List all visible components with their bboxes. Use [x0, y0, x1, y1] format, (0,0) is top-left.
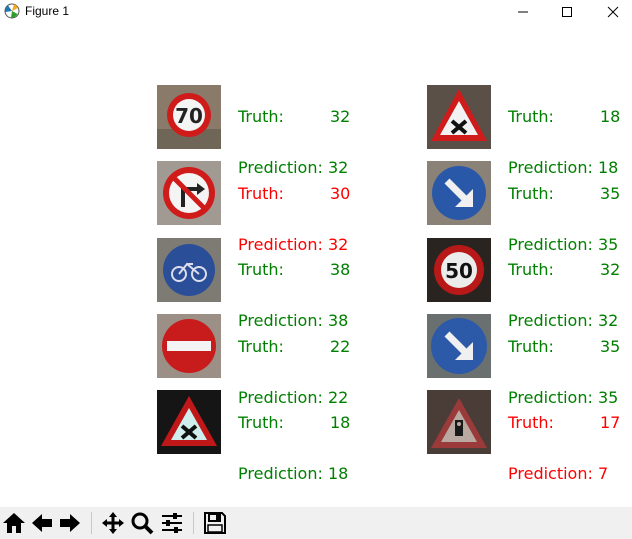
- truth-line: Truth: 30: [238, 184, 351, 203]
- title-bar: Figure 1: [0, 0, 632, 24]
- toolbar-separator: [91, 512, 92, 534]
- speed-limit-50-sign: 50: [427, 238, 491, 302]
- save-button[interactable]: [202, 510, 228, 536]
- close-button[interactable]: [590, 0, 632, 24]
- caption-10: Truth: 17 Prediction: 7: [508, 380, 621, 516]
- truth-line: Truth: 22: [238, 337, 351, 356]
- close-icon: [607, 6, 619, 18]
- keep-right-sign: [427, 161, 491, 225]
- caption-9: Truth: 18 Prediction: 18: [238, 380, 351, 516]
- traffic-signals-warning-sign: [427, 390, 491, 454]
- figure-window: Figure 1 70 Truth: 32 Prediction: 32 Tru…: [0, 0, 632, 539]
- cycle-path-sign: [157, 238, 221, 302]
- truth-line: Truth: 18: [238, 413, 351, 432]
- forward-icon: [60, 514, 80, 532]
- truth-line: Truth: 38: [238, 260, 351, 279]
- keep-right-sign: [427, 314, 491, 378]
- truth-line: Truth: 32: [508, 260, 621, 279]
- no-right-turn-sign: [157, 161, 221, 225]
- speed-limit-70-sign: 70: [157, 85, 221, 149]
- window-title: Figure 1: [25, 4, 70, 18]
- truth-line: Truth: 35: [508, 184, 621, 203]
- save-icon: [204, 512, 226, 534]
- crossroads-warning-sign: [427, 85, 491, 149]
- prediction-line: Prediction: 7: [508, 464, 609, 483]
- pan-button[interactable]: [100, 510, 126, 536]
- home-button[interactable]: [1, 510, 27, 536]
- forward-button[interactable]: [57, 510, 83, 536]
- truth-line: Truth: 18: [508, 107, 621, 126]
- zoom-button[interactable]: [129, 510, 155, 536]
- no-entry-sign: [157, 314, 221, 378]
- toolbar-separator: [193, 512, 194, 534]
- maximize-button[interactable]: [544, 0, 590, 24]
- configure-subplots-button[interactable]: [159, 510, 185, 536]
- figure-canvas[interactable]: 70 Truth: 32 Prediction: 32 Truth: 18 Pred…: [0, 24, 632, 507]
- maximize-icon: [562, 7, 572, 17]
- configure-subplots-icon: [162, 513, 182, 533]
- back-button[interactable]: [29, 510, 55, 536]
- truth-line: Truth: 35: [508, 337, 621, 356]
- minimize-button[interactable]: [500, 0, 546, 24]
- truth-line: Truth: 32: [238, 107, 351, 126]
- back-icon: [32, 514, 52, 532]
- minimize-icon: [518, 11, 528, 13]
- pan-icon: [102, 512, 124, 534]
- home-icon: [3, 513, 25, 533]
- prediction-line: Prediction: 18: [238, 464, 349, 483]
- truth-line: Truth: 17: [508, 413, 621, 432]
- crossroads-warning-sign: [157, 390, 221, 454]
- matplotlib-app-icon: [4, 3, 20, 19]
- navigation-toolbar: [0, 507, 632, 539]
- svg-text:70: 70: [175, 104, 203, 128]
- zoom-icon: [131, 512, 154, 535]
- svg-text:50: 50: [445, 259, 473, 283]
